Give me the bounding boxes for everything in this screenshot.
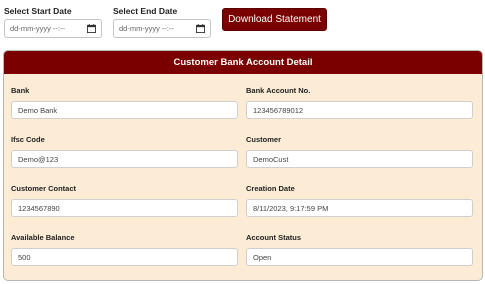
account-no-field: Bank Account No. 123456789012 [246, 86, 473, 119]
end-date-group: Select End Date dd-mm-yyyy --:-- [113, 6, 211, 38]
creation-date-field: Creation Date 8/11/2023, 9:17:59 PM [246, 184, 473, 217]
download-statement-button[interactable]: Download Statement [222, 8, 327, 31]
ifsc-label: Ifsc Code [11, 135, 45, 144]
status-value[interactable]: Open [246, 248, 473, 266]
start-date-group: Select Start Date dd-mm-yyyy --:-- [4, 6, 102, 38]
account-detail-card: Customer Bank Account Detail Bank Demo B… [3, 50, 483, 281]
customer-field: Customer DemoCust [246, 135, 473, 168]
bank-label: Bank [11, 86, 30, 95]
ifsc-field: Ifsc Code Demo@123 [11, 135, 238, 168]
contact-value[interactable]: 1234567890 [11, 199, 238, 217]
end-date-input[interactable]: dd-mm-yyyy --:-- [113, 19, 211, 38]
status-field: Account Status Open [246, 233, 473, 266]
status-label: Account Status [246, 233, 302, 242]
balance-field: Available Balance 500 [11, 233, 238, 266]
calendar-icon[interactable] [87, 24, 96, 33]
account-no-label: Bank Account No. [246, 86, 311, 95]
creation-date-value[interactable]: 8/11/2023, 9:17:59 PM [246, 199, 473, 217]
creation-date-label: Creation Date [246, 184, 295, 193]
balance-value[interactable]: 500 [11, 248, 238, 266]
contact-field: Customer Contact 1234567890 [11, 184, 238, 217]
start-date-label: Select Start Date [4, 6, 72, 16]
contact-label: Customer Contact [11, 184, 77, 193]
balance-label: Available Balance [11, 233, 75, 242]
card-title: Customer Bank Account Detail [4, 51, 482, 74]
customer-label: Customer [246, 135, 282, 144]
end-date-placeholder: dd-mm-yyyy --:-- [119, 24, 174, 33]
customer-value[interactable]: DemoCust [246, 150, 473, 168]
ifsc-value[interactable]: Demo@123 [11, 150, 238, 168]
bank-field: Bank Demo Bank [11, 86, 238, 119]
account-no-value[interactable]: 123456789012 [246, 101, 473, 119]
calendar-icon[interactable] [196, 24, 205, 33]
end-date-label: Select End Date [113, 6, 178, 16]
bank-value[interactable]: Demo Bank [11, 101, 238, 119]
start-date-placeholder: dd-mm-yyyy --:-- [10, 24, 65, 33]
start-date-input[interactable]: dd-mm-yyyy --:-- [4, 19, 102, 38]
